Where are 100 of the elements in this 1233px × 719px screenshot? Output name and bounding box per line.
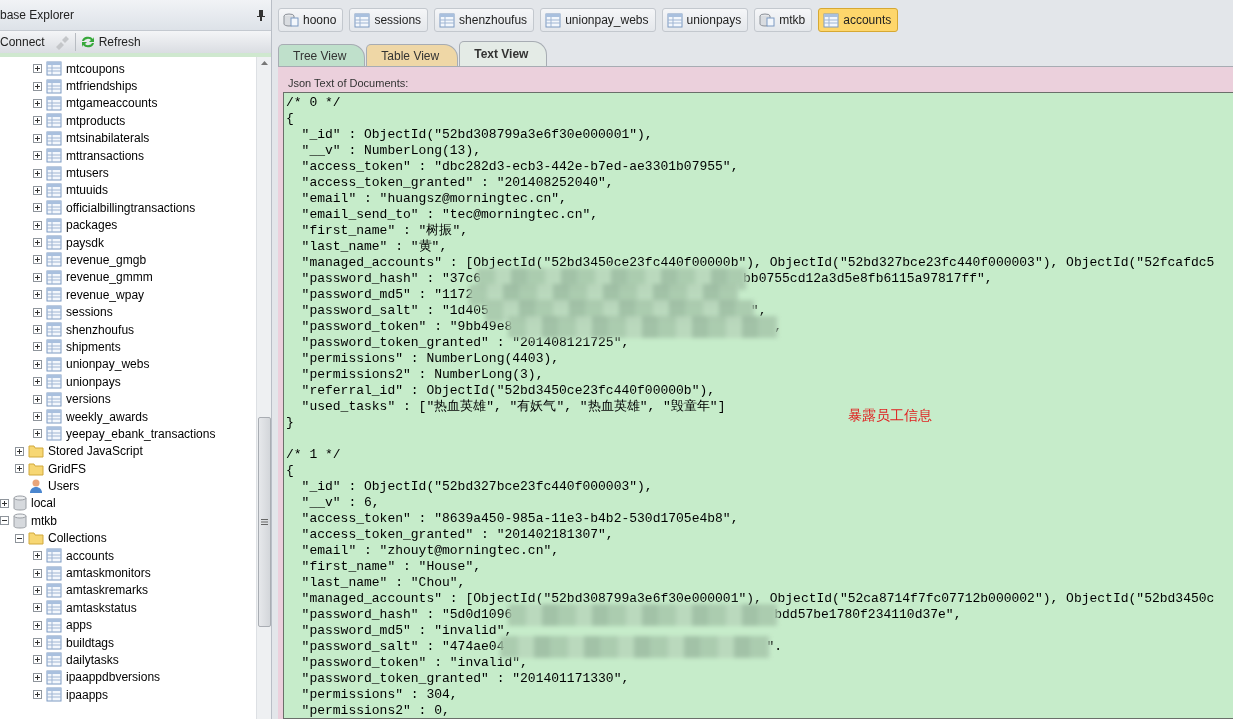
tree-item[interactable]: revenue_wpay [66,287,145,302]
code-line: "password_token" : "invalid", [300,655,528,671]
tree-item[interactable]: dailytasks [66,652,119,667]
expand-icon[interactable] [33,220,42,230]
tree-item[interactable]: revenue_gmmm [66,270,153,285]
tree-item[interactable]: mtgameaccounts [66,96,158,111]
folder-icon [28,461,44,476]
tree-item[interactable]: amtaskmonitors [66,566,151,580]
view-tab[interactable]: Table View [366,44,459,66]
expand-icon[interactable] [33,325,42,335]
tree-item[interactable]: ipaappdbversions [66,670,161,685]
expand-icon[interactable] [33,359,42,369]
collapse-icon[interactable] [15,533,24,543]
expand-icon[interactable] [33,307,42,317]
expand-icon[interactable] [33,655,42,665]
document-tab[interactable]: shenzhoufus [434,8,535,32]
tree-item[interactable]: amtaskremarks [66,583,148,598]
document-tab[interactable]: mtkb [754,8,813,32]
tree-item[interactable]: apps [66,618,93,633]
expand-icon[interactable] [0,498,9,508]
expand-icon[interactable] [33,568,42,578]
expand-icon[interactable] [33,203,42,213]
tree-item[interactable]: ipaapps [66,687,109,702]
tree-item[interactable]: GridFS [48,461,86,476]
tree-item[interactable]: paysdk [66,235,105,250]
connect-button[interactable]: Connect [0,32,49,52]
code-line: { [286,463,294,479]
user-icon [28,478,44,495]
tree-item[interactable]: revenue_gmgb [66,253,147,267]
tree-item[interactable]: yeepay_ebank_transactions [66,426,216,441]
document-tab[interactable]: sessions [349,8,429,32]
expand-icon[interactable] [33,185,42,195]
tree-item[interactable]: Collections [48,531,107,546]
pin-icon[interactable] [257,9,265,21]
expand-icon[interactable] [33,377,42,387]
table-icon [46,687,62,703]
table-icon [46,582,62,598]
tree-item[interactable]: mtfriendships [66,79,138,94]
tree-item[interactable]: amtaskstatus [66,600,137,615]
tree-item[interactable]: unionpay_webs [66,357,150,372]
expand-icon[interactable] [33,690,42,700]
expand-icon[interactable] [33,620,42,630]
tree-item[interactable]: shipments [66,339,121,354]
expand-icon[interactable] [33,81,42,91]
tree-item[interactable]: shenzhoufus [66,322,135,337]
document-tab[interactable]: unionpay_webs [540,8,656,32]
expand-icon[interactable] [33,290,42,300]
expand-icon[interactable] [33,429,42,439]
database-icon [283,12,299,28]
refresh-icon [79,35,96,49]
expand-icon[interactable] [33,151,42,161]
tree-item[interactable]: buildtags [66,635,115,650]
tree-item[interactable]: sessions [66,305,113,320]
document-tab[interactable]: accounts [818,8,899,32]
collapse-icon[interactable] [0,516,9,526]
code-line: "__v" : NumberLong(13), [300,143,482,159]
tree-item[interactable]: packages [66,218,118,233]
refresh-button[interactable]: Refresh [79,32,145,52]
expand-icon[interactable] [33,638,42,648]
tree-item[interactable]: Stored JavaScript [48,444,143,459]
code-line: "last_name" : "Chou", [300,575,466,591]
expand-icon[interactable] [33,255,42,265]
expand-icon[interactable] [33,116,42,126]
expand-icon[interactable] [15,464,24,474]
tree-item[interactable]: mtusers [66,166,109,181]
tree-item[interactable]: mtsinabilaterals [66,131,150,146]
expand-icon[interactable] [33,168,42,178]
expand-icon[interactable] [33,98,42,108]
tree-item[interactable]: accounts [66,548,115,563]
tree-item[interactable]: mtproducts [66,113,126,128]
tree-item[interactable]: unionpays [66,374,121,389]
folder-icon [28,531,44,546]
tree-item[interactable]: officialbillingtransactions [66,200,196,215]
expand-icon[interactable] [33,551,42,561]
tree-item[interactable]: mtcoupons [66,61,125,76]
expand-icon[interactable] [33,603,42,613]
tree-item[interactable]: Users [48,479,80,494]
tree-item[interactable]: local [31,496,56,511]
expand-icon[interactable] [33,394,42,404]
tree-item[interactable]: mttransactions [66,148,145,163]
tree-item[interactable]: mtkb [31,513,57,528]
view-tab[interactable]: Tree View [278,44,366,66]
scroll-thumb[interactable] [257,417,271,627]
expand-icon[interactable] [33,64,42,74]
expand-icon[interactable] [33,585,42,595]
expand-icon[interactable] [33,272,42,282]
expand-icon[interactable] [15,446,24,456]
expand-icon[interactable] [33,412,42,421]
document-tab[interactable]: hoono [278,8,344,32]
view-tab[interactable]: Text View [459,41,548,66]
tree-item[interactable]: versions [66,392,111,407]
expand-icon[interactable] [33,342,42,352]
scrollbar[interactable] [256,57,271,719]
tree-item[interactable]: mtuuids [66,183,109,198]
expand-icon[interactable] [33,672,42,682]
scroll-up-icon[interactable] [260,61,268,65]
tree-item[interactable]: weekly_awards [66,409,149,424]
expand-icon[interactable] [33,133,42,143]
document-tab[interactable]: unionpays [661,8,749,32]
expand-icon[interactable] [33,238,42,248]
